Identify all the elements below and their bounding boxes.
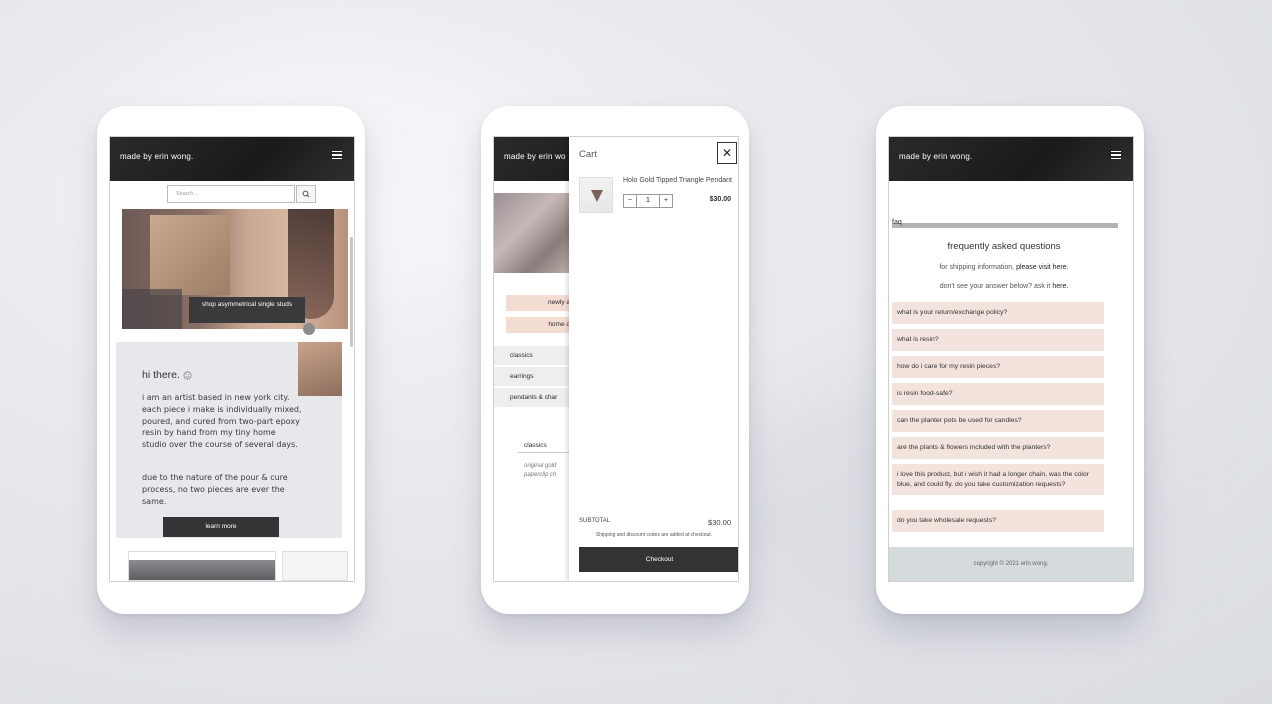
about-section: hi there. i am an artist based in new yo…: [116, 342, 342, 538]
quantity-value[interactable]: 1: [636, 195, 660, 207]
hamburger-menu-icon[interactable]: [332, 151, 342, 159]
faq-question[interactable]: i love this product, but i wish it had a…: [892, 464, 1104, 495]
phone-faq: made by erin wong. faq frequently asked …: [876, 106, 1144, 614]
hero-banner: [494, 193, 574, 273]
faq-label: faq: [892, 219, 902, 226]
faq-question[interactable]: do you take wholesale requests?: [892, 510, 1104, 532]
item-price: $30.00: [709, 196, 731, 203]
increase-quantity-button[interactable]: +: [659, 195, 672, 207]
cart-drawer: Cart ✕ Holo Gold Tipped Triangle Pendant…: [569, 137, 738, 581]
faq-divider: [892, 223, 1118, 228]
brand-logo[interactable]: made by erin wo: [504, 152, 566, 161]
faq-question[interactable]: can the planter pots be used for candles…: [892, 410, 1104, 432]
search-bar: Search...: [110, 184, 354, 206]
product-description: original gold paperclip ch: [524, 463, 557, 478]
brand-logo[interactable]: made by erin wong.: [899, 152, 972, 161]
checkout-button[interactable]: Checkout: [579, 547, 738, 572]
shipping-note: Shipping and discount codes are added at…: [595, 532, 713, 538]
product-tile[interactable]: [282, 551, 348, 581]
category-pendants[interactable]: pendants & char: [494, 387, 574, 407]
carousel-indicator[interactable]: [303, 323, 315, 335]
home-screen: made by erin wong. Search... shop asymme…: [109, 136, 355, 582]
phone-cart: made by erin wo newly a home d classics …: [481, 106, 749, 614]
learn-more-button[interactable]: learn more: [163, 517, 279, 537]
faq-question[interactable]: are the plants & flowers included with t…: [892, 437, 1104, 459]
hamburger-menu-icon[interactable]: [1111, 151, 1121, 159]
hero-banner: shop asymmetrical single studs: [122, 209, 348, 329]
pendant-photo: [298, 342, 342, 396]
ask-question: don't see your answer below? ask it here…: [889, 283, 1119, 290]
faq-screen: made by erin wong. faq frequently asked …: [888, 136, 1134, 582]
cart-title: Cart: [579, 149, 597, 160]
tab-classics[interactable]: classics: [518, 439, 574, 453]
search-icon: [302, 190, 310, 198]
page-title: frequently asked questions: [947, 241, 1061, 252]
smiley-icon: [183, 371, 192, 380]
newly-added-button[interactable]: newly a: [506, 295, 574, 311]
brand-logo[interactable]: made by erin wong.: [120, 152, 193, 161]
product-name[interactable]: Holo Gold Tipped Triangle Pendant: [623, 177, 732, 184]
top-bar: made by erin wong.: [889, 137, 1133, 181]
search-input[interactable]: Search...: [167, 185, 295, 203]
greeting-text: hi there.: [142, 369, 180, 381]
product-tile[interactable]: [128, 551, 276, 581]
product-tiles: [128, 551, 348, 581]
home-decor-button[interactable]: home d: [506, 317, 574, 333]
scrollbar[interactable]: [350, 237, 353, 347]
ring-photo: [150, 215, 230, 295]
shop-studs-button[interactable]: shop asymmetrical single studs: [189, 297, 305, 323]
phone-home: made by erin wong. Search... shop asymme…: [97, 106, 365, 614]
top-bar: made by erin wong.: [110, 137, 354, 181]
ask-question-text: don't see your answer below? ask it: [939, 283, 1051, 290]
category-earrings[interactable]: earrings: [494, 366, 574, 386]
footer-copyright: copyright © 2021 erin wong.: [889, 547, 1133, 581]
faq-question[interactable]: what is your return/exchange policy?: [892, 302, 1104, 324]
about-paragraph: due to the nature of the pour & cure pro…: [142, 473, 288, 506]
close-icon[interactable]: ✕: [717, 142, 737, 164]
subtotal-label: SUBTOTAL: [579, 518, 611, 524]
shipping-info-text: for shipping information,: [939, 264, 1015, 271]
category-classics[interactable]: classics: [494, 345, 574, 365]
subtotal-value: $30.00: [708, 518, 731, 527]
faq-question[interactable]: is resin food-safe?: [892, 383, 1104, 405]
hero-shadow: [122, 289, 182, 329]
product-thumbnail[interactable]: [579, 177, 613, 213]
faq-question[interactable]: what is resin?: [892, 329, 1104, 351]
shipping-info-link[interactable]: please visit here.: [1016, 264, 1069, 271]
about-paragraph: i am an artist based in new york city. e…: [142, 393, 302, 450]
quantity-stepper: − 1 +: [623, 194, 673, 208]
cart-screen: made by erin wo newly a home d classics …: [493, 136, 739, 582]
search-button[interactable]: [296, 185, 316, 203]
ask-question-link[interactable]: here.: [1052, 283, 1068, 290]
shipping-info: for shipping information, please visit h…: [889, 264, 1119, 271]
greeting-heading: hi there.: [142, 369, 192, 381]
faq-question[interactable]: how do i care for my resin pieces?: [892, 356, 1104, 378]
